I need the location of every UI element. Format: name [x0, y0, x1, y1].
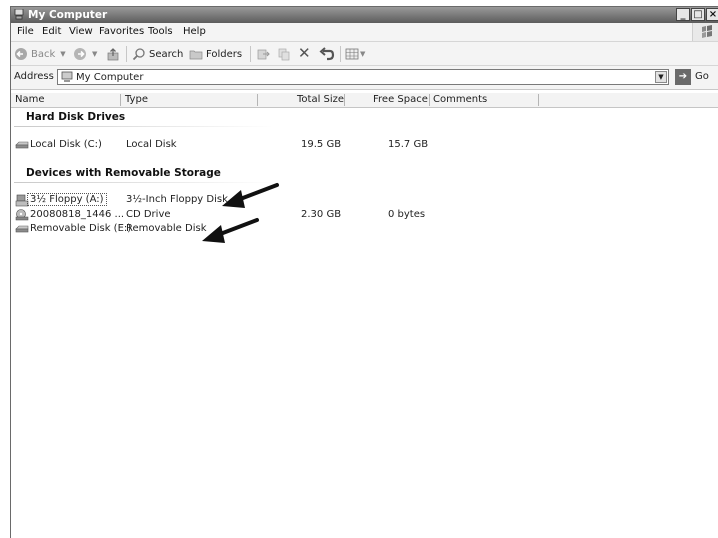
back-arrow-icon — [15, 48, 27, 60]
back-button[interactable]: Back ▼ — [14, 47, 66, 61]
address-label: Address — [14, 71, 54, 82]
list-header: Name Type Total Size Free Space Comments — [11, 93, 718, 108]
maximize-button[interactable]: □ — [691, 8, 705, 21]
address-value: My Computer — [76, 72, 144, 83]
back-label: Back — [31, 48, 56, 60]
go-arrow-icon[interactable]: ➔ — [675, 69, 691, 85]
address-dropdown-icon[interactable]: ▼ — [655, 71, 667, 83]
folders-button[interactable]: Folders — [189, 47, 242, 61]
item-type: 3½-Inch Floppy Disk — [126, 194, 228, 205]
move-to-icon — [257, 49, 270, 60]
group-heading-removable-storage: Devices with Removable Storage — [26, 167, 221, 179]
up-folder-icon — [107, 48, 119, 61]
list-item[interactable]: 3½ Floppy (A:) 3½-Inch Floppy Disk — [11, 193, 711, 207]
move-to-button[interactable] — [256, 47, 270, 61]
go-button[interactable]: Go — [695, 71, 709, 82]
chevron-down-icon[interactable]: ▼ — [60, 50, 65, 58]
hard-disk-icon — [15, 141, 29, 149]
menu-bar: File Edit View Favorites Tools Help — [11, 23, 718, 42]
search-icon — [132, 48, 145, 61]
item-name: 3½ Floppy (A:) — [27, 193, 107, 206]
chevron-down-icon[interactable]: ▼ — [360, 50, 365, 58]
item-type: CD Drive — [126, 209, 171, 220]
forward-arrow-icon — [74, 48, 86, 60]
computer-icon — [61, 71, 73, 82]
up-folder-button[interactable] — [106, 47, 120, 61]
item-name: 20080818_1446 ... — [30, 209, 125, 220]
item-total-size: 19.5 GB — [301, 139, 342, 150]
list-item[interactable]: Local Disk (C:) Local Disk 19.5 GB 15.7 … — [11, 138, 711, 152]
explorer-window: My Computer _ □ × File Edit View Favorit… — [10, 6, 718, 538]
forward-button[interactable]: ▼ — [73, 47, 97, 61]
menu-file[interactable]: File — [17, 26, 34, 37]
list-item[interactable]: Removable Disk (E:) Removable Disk — [11, 222, 711, 236]
annotation-arrow-icon — [222, 183, 279, 208]
item-free-space: 0 bytes — [388, 209, 426, 220]
views-grid-icon — [345, 48, 359, 60]
chevron-down-icon[interactable]: ▼ — [92, 50, 97, 58]
close-button[interactable]: × — [706, 8, 718, 21]
menu-view[interactable]: View — [69, 26, 93, 37]
undo-button[interactable] — [319, 47, 335, 61]
computer-icon — [14, 9, 24, 20]
column-comments[interactable]: Comments — [433, 94, 487, 107]
folders-label: Folders — [206, 48, 243, 60]
menu-tools[interactable]: Tools — [148, 26, 173, 37]
delete-icon[interactable]: ✕ — [298, 44, 311, 62]
search-button[interactable]: Search — [132, 47, 183, 61]
undo-icon — [319, 47, 335, 61]
search-label: Search — [149, 48, 184, 60]
address-input[interactable]: My Computer ▼ — [57, 69, 669, 85]
item-free-space: 15.7 GB — [388, 139, 429, 150]
toolbar: Back ▼ ▼ Search Folders ✕ ▼ — [11, 42, 718, 66]
group-heading-hard-disk-drives: Hard Disk Drives — [26, 111, 126, 123]
item-name: Local Disk (C:) — [30, 139, 102, 150]
column-free-space[interactable]: Free Space — [373, 94, 428, 107]
minimize-button[interactable]: _ — [676, 8, 690, 21]
removable-disk-icon — [15, 225, 29, 233]
menu-favorites[interactable]: Favorites — [99, 26, 144, 37]
list-item[interactable]: 20080818_1446 ... CD Drive 2.30 GB 0 byt… — [11, 208, 711, 222]
copy-to-icon — [278, 48, 290, 61]
windows-logo-icon — [692, 23, 718, 41]
address-bar: Address My Computer ▼ ➔ Go — [11, 66, 718, 90]
item-type: Removable Disk — [126, 223, 207, 234]
folder-icon — [189, 50, 203, 60]
menu-help[interactable]: Help — [183, 26, 206, 37]
column-type[interactable]: Type — [125, 94, 148, 107]
menu-edit[interactable]: Edit — [42, 26, 61, 37]
group-divider — [14, 126, 274, 127]
column-name[interactable]: Name — [15, 94, 45, 107]
views-button[interactable]: ▼ — [345, 47, 365, 61]
window-title: My Computer — [28, 9, 108, 21]
annotation-arrow-icon — [202, 218, 259, 243]
item-type: Local Disk — [126, 139, 177, 150]
column-total-size[interactable]: Total Size — [297, 94, 344, 107]
copy-to-button[interactable] — [277, 47, 291, 61]
cd-drive-icon — [15, 209, 29, 221]
item-name: Removable Disk (E:) — [30, 223, 132, 234]
item-total-size: 2.30 GB — [301, 209, 342, 220]
title-bar[interactable]: My Computer _ □ × — [11, 7, 718, 23]
